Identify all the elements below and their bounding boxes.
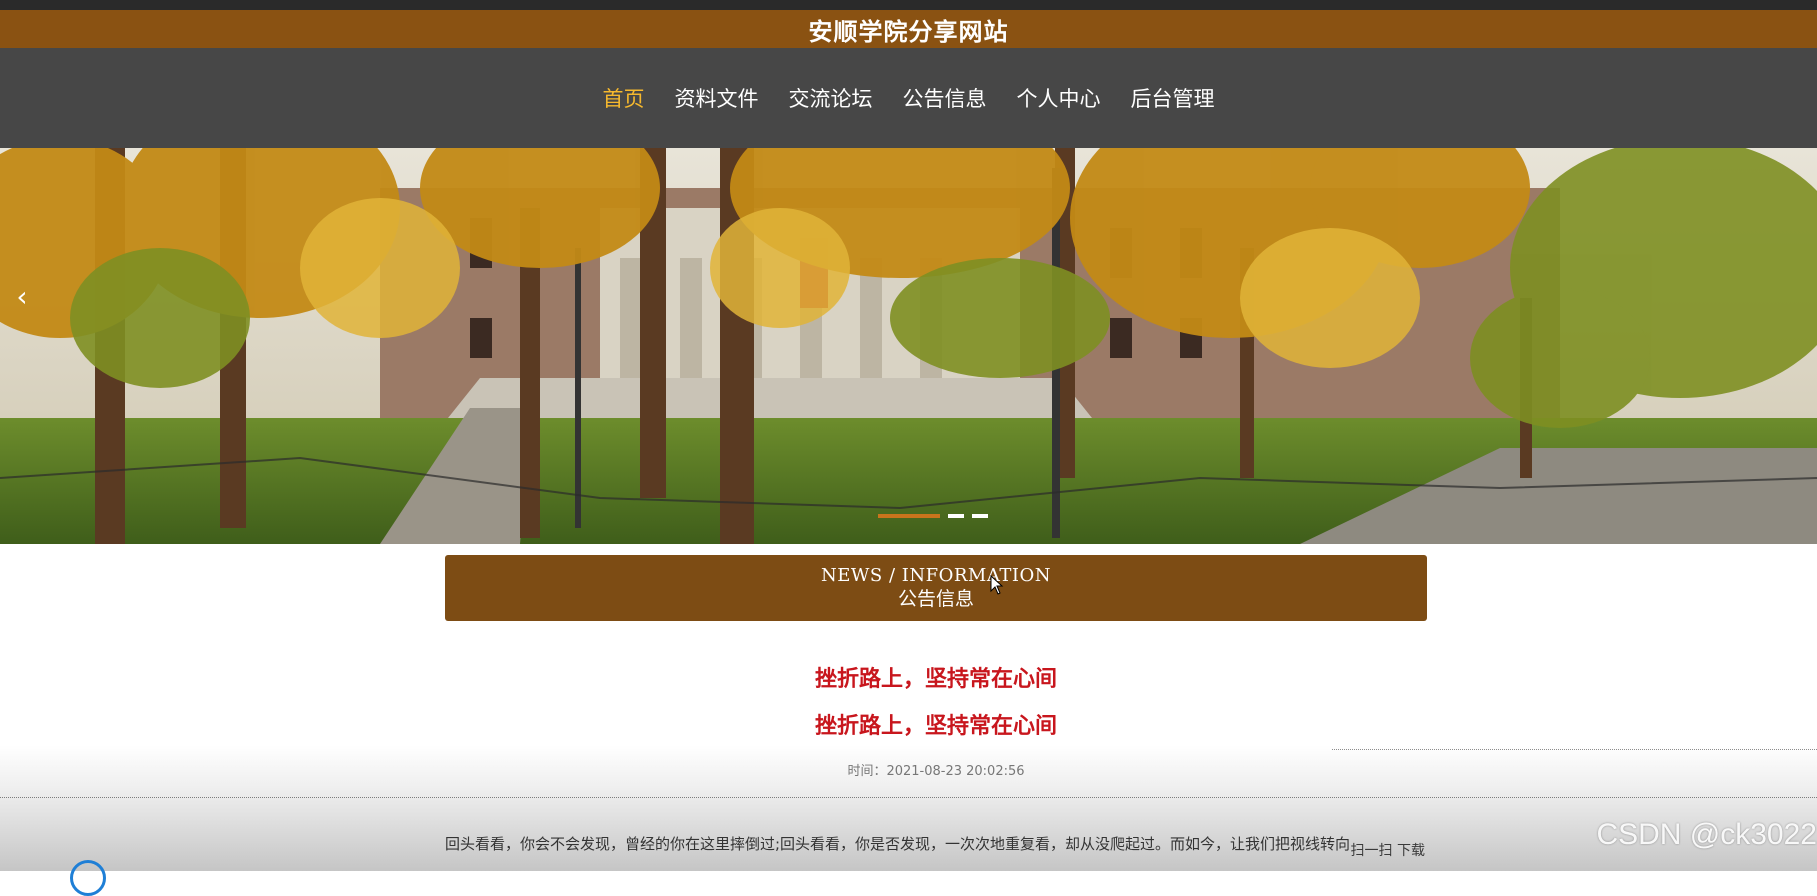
main-nav: 首页 资料文件 交流论坛 公告信息 个人中心 后台管理: [0, 48, 1817, 148]
nav-item-profile[interactable]: 个人中心: [1002, 83, 1116, 113]
nav-item-forum[interactable]: 交流论坛: [774, 83, 888, 113]
site-title: 安顺学院分享网站: [0, 10, 1817, 48]
section-title-zh: 公告信息: [897, 588, 974, 610]
carousel-indicators: [878, 514, 988, 518]
banner-image: [0, 148, 1817, 544]
nav-item-home[interactable]: 首页: [588, 83, 660, 113]
chevron-left-icon[interactable]: ‹: [8, 276, 36, 316]
mouse-cursor-icon: [990, 575, 1004, 595]
circle-icon: [70, 860, 106, 896]
nav-item-notices[interactable]: 公告信息: [888, 83, 1002, 113]
site-title-text: 安顺学院分享网站: [808, 17, 1009, 46]
carousel-dot-1[interactable]: [878, 514, 940, 518]
nav-item-admin[interactable]: 后台管理: [1116, 83, 1230, 113]
sidebar-text: 扫一扫 下载: [1350, 843, 1425, 859]
carousel-dot-2[interactable]: [948, 514, 964, 518]
sidebar-divider: [1332, 749, 1817, 750]
news-section-header: NEWS / INFORMATION 公告信息: [445, 555, 1427, 621]
carousel-dot-3[interactable]: [972, 514, 988, 518]
article-title[interactable]: 挫折路上，坚持常在心间: [445, 708, 1427, 740]
nav-item-files[interactable]: 资料文件: [660, 83, 774, 113]
article-title[interactable]: 挫折路上，坚持常在心间: [445, 661, 1427, 693]
banner-carousel: ‹: [0, 148, 1817, 544]
article-body: 回头看看，你会不会发现，曾经的你在这里摔倒过;回头看看，你是否发现，一次次地重复…: [445, 835, 1351, 853]
content-divider: [0, 797, 1817, 798]
watermark: CSDN @ck3022: [1596, 818, 1817, 851]
top-strip: [0, 0, 1817, 10]
section-title-en: NEWS / INFORMATION: [821, 565, 1051, 586]
article-time: 时间：2021-08-23 20:02:56: [847, 764, 1025, 779]
